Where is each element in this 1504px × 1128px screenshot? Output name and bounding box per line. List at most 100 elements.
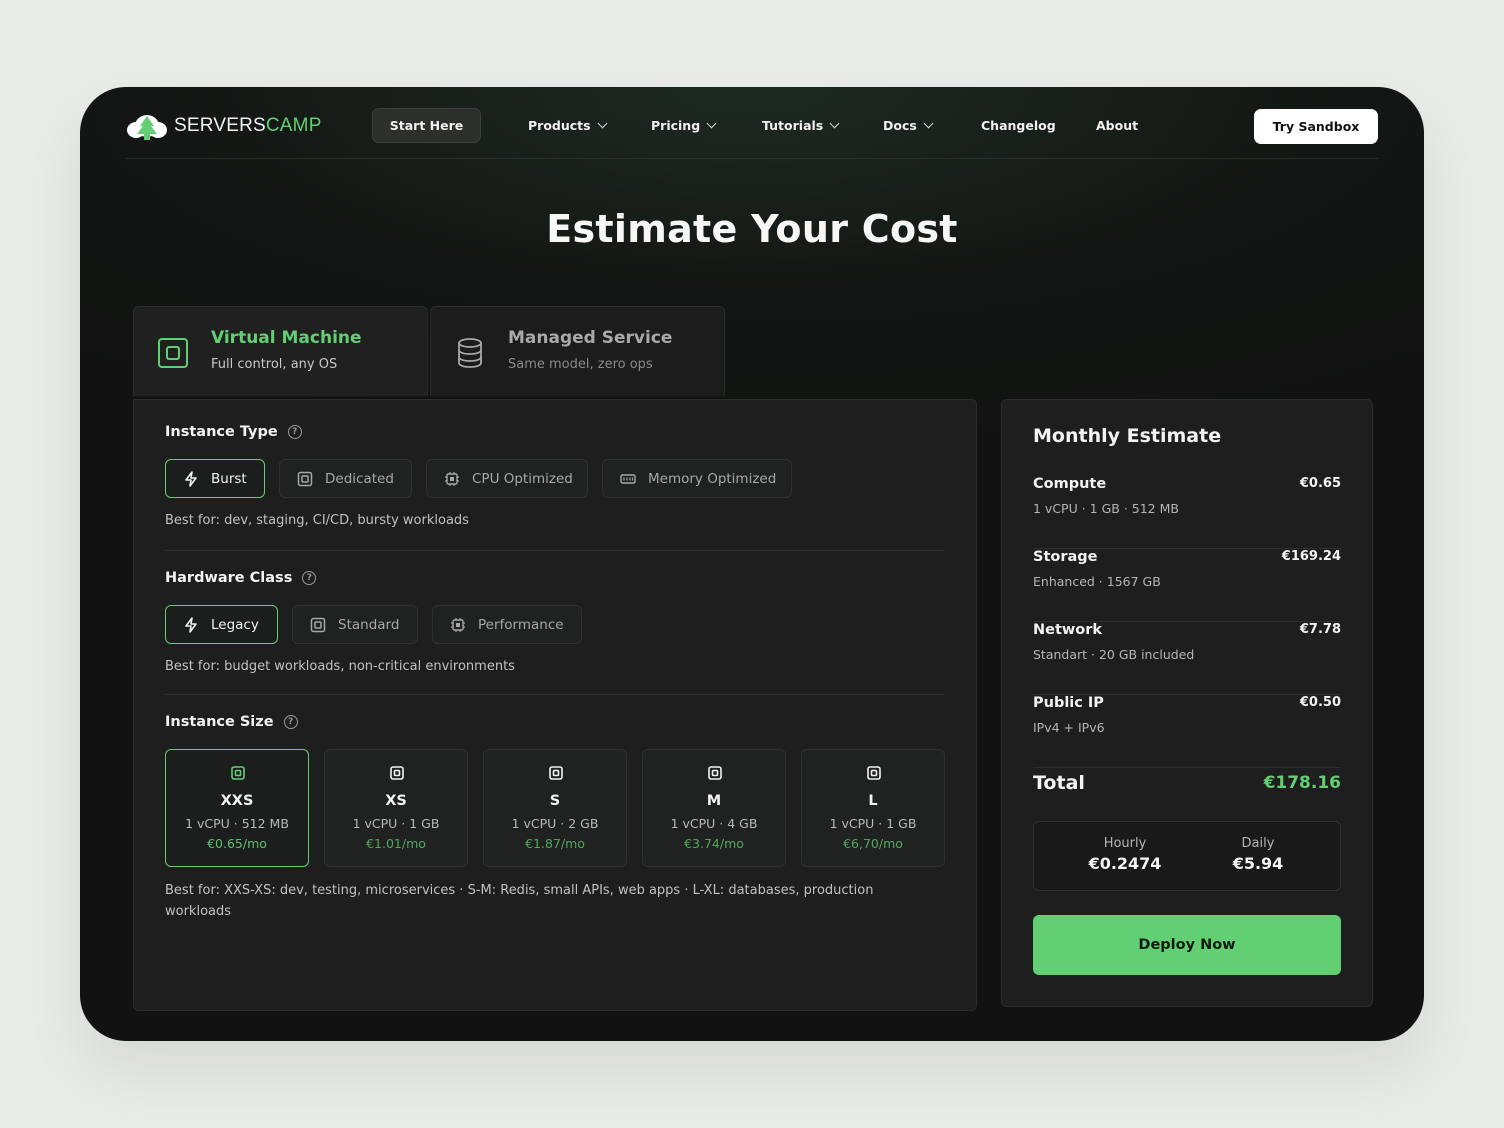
- chevron-down-icon: [706, 118, 717, 129]
- help-icon[interactable]: ?: [287, 425, 302, 439]
- cost-value: €0.65: [1299, 476, 1341, 491]
- size-spec: 1 vCPU · 4 GB: [670, 816, 758, 831]
- cost-value: €0.50: [1299, 695, 1341, 710]
- total-value: €178.16: [1263, 773, 1341, 793]
- chip-icon: [231, 766, 245, 780]
- size-spec: 1 vCPU · 512 MB: [185, 816, 289, 831]
- logo[interactable]: SERVERSCAMP: [126, 109, 322, 143]
- size-card-xxs[interactable]: XXS 1 vCPU · 512 MB €0.65/mo: [165, 749, 309, 867]
- cpu-icon: [451, 617, 465, 632]
- chip-icon: [708, 766, 722, 780]
- size-card-xs[interactable]: XS 1 vCPU · 1 GB €1.01/mo: [324, 749, 468, 867]
- size-name: S: [549, 793, 561, 809]
- hourly-rate: Hourly €0.2474: [1065, 836, 1185, 873]
- deploy-now-button[interactable]: Deploy Now: [1033, 915, 1341, 975]
- chevron-down-icon: [829, 118, 840, 129]
- total-label: Total: [1033, 772, 1085, 794]
- daily-label: Daily: [1241, 836, 1275, 851]
- nav-docs[interactable]: Docs: [883, 118, 934, 133]
- database-icon: [458, 338, 482, 368]
- cost-label: Compute: [1033, 476, 1107, 492]
- memory-icon: [620, 473, 636, 484]
- size-price: €1.87/mo: [525, 836, 585, 851]
- hardware-class-description: Best for: budget workloads, non-critical…: [165, 659, 515, 674]
- chevron-down-icon: [923, 118, 934, 129]
- configurator-panel: Instance Type ? Burst Dedicated CPU Opti…: [133, 399, 977, 1011]
- chip-icon: [390, 766, 404, 780]
- rate-summary: Hourly €0.2474 Daily €5.94: [1033, 821, 1341, 891]
- nav-about[interactable]: About: [1096, 118, 1138, 133]
- instance-type-heading: Instance Type ?: [165, 424, 302, 440]
- size-card-s[interactable]: S 1 vCPU · 2 GB €1.87/mo: [483, 749, 627, 867]
- tab-subtitle: Same model, zero ops: [508, 357, 653, 372]
- start-here-button[interactable]: Start Here: [372, 108, 481, 143]
- daily-value: €5.94: [1232, 854, 1284, 873]
- cost-row-network: Network Standart · 20 GB included €7.78: [1033, 622, 1341, 695]
- cost-label: Storage: [1033, 549, 1098, 565]
- size-spec: 1 vCPU · 1 GB: [352, 816, 440, 831]
- square-chip-icon: [310, 617, 326, 632]
- instance-type-dedicated[interactable]: Dedicated: [279, 459, 412, 498]
- help-icon[interactable]: ?: [302, 571, 317, 585]
- cpu-icon: [445, 471, 459, 486]
- divider: [165, 694, 945, 695]
- size-spec: 1 vCPU · 2 GB: [511, 816, 599, 831]
- instance-size-description: Best for: XXS-XS: dev, testing, microser…: [165, 883, 874, 919]
- chip-icon: [867, 766, 881, 780]
- size-price: €1.01/mo: [366, 836, 426, 851]
- cost-row-compute: Compute 1 vCPU · 1 GB · 512 MB €0.65: [1033, 476, 1341, 549]
- size-card-l[interactable]: L 1 vCPU · 1 GB €6,70/mo: [801, 749, 945, 867]
- tab-virtual-machine[interactable]: Virtual Machine Full control, any OS: [133, 306, 428, 396]
- nav-products[interactable]: Products: [528, 118, 608, 133]
- cost-row-storage: Storage Enhanced · 1567 GB €169.24: [1033, 549, 1341, 622]
- hourly-label: Hourly: [1103, 836, 1147, 851]
- size-price: €6,70/mo: [843, 836, 903, 851]
- tab-managed-service[interactable]: Managed Service Same model, zero ops: [430, 306, 725, 396]
- tab-title: Managed Service: [508, 328, 673, 348]
- cost-detail: 1 vCPU · 1 GB · 512 MB: [1033, 501, 1179, 516]
- chip-icon: [549, 766, 563, 780]
- size-card-m[interactable]: M 1 vCPU · 4 GB €3.74/mo: [642, 749, 786, 867]
- page-title: Estimate Your Cost: [546, 207, 958, 251]
- instance-type-description: Best for: dev, staging, CI/CD, bursty wo…: [165, 513, 469, 528]
- instance-size-heading: Instance Size ?: [165, 714, 298, 730]
- divider: [165, 550, 945, 551]
- square-chip-icon: [297, 471, 313, 486]
- chip-icon: [158, 338, 188, 368]
- nav-changelog[interactable]: Changelog: [981, 118, 1056, 133]
- help-icon[interactable]: ?: [283, 715, 298, 729]
- cost-detail: Standart · 20 GB included: [1033, 647, 1195, 662]
- monthly-estimate-panel: Monthly Estimate Compute 1 vCPU · 1 GB ·…: [1001, 399, 1373, 1007]
- daily-rate: Daily €5.94: [1198, 836, 1318, 873]
- chevron-down-icon: [597, 118, 608, 129]
- cost-row-public-ip: Public IP IPv4 + IPv6 €0.50: [1033, 695, 1341, 768]
- instance-type-burst[interactable]: Burst: [165, 459, 265, 498]
- try-sandbox-button[interactable]: Try Sandbox: [1254, 109, 1378, 144]
- size-name: L: [868, 793, 878, 809]
- instance-type-cpu-optimized[interactable]: CPU Optimized: [426, 459, 588, 498]
- nav-pricing[interactable]: Pricing: [651, 118, 717, 133]
- tab-title: Virtual Machine: [211, 328, 362, 348]
- tab-subtitle: Full control, any OS: [211, 357, 338, 372]
- size-name: M: [706, 793, 722, 809]
- size-price: €0.65/mo: [207, 836, 267, 851]
- hourly-value: €0.2474: [1088, 854, 1162, 873]
- instance-type-memory-optimized[interactable]: Memory Optimized: [602, 459, 792, 498]
- size-name: XXS: [220, 793, 254, 809]
- cost-label: Public IP: [1033, 695, 1104, 711]
- hardware-class-legacy[interactable]: Legacy: [165, 605, 278, 644]
- hardware-class-standard[interactable]: Standard: [292, 605, 418, 644]
- top-nav: SERVERSCAMP Start Here Products Pricing …: [126, 87, 1378, 159]
- brand-name: SERVERSCAMP: [174, 115, 322, 136]
- cost-value: €169.24: [1281, 549, 1341, 564]
- size-name: XS: [385, 793, 407, 809]
- bolt-icon: [185, 616, 197, 633]
- cost-detail: IPv4 + IPv6: [1033, 720, 1105, 735]
- app-window: SERVERSCAMP Start Here Products Pricing …: [80, 87, 1424, 1041]
- cost-label: Network: [1033, 622, 1103, 638]
- hardware-class-performance[interactable]: Performance: [432, 605, 582, 644]
- size-spec: 1 vCPU · 1 GB: [829, 816, 917, 831]
- hardware-class-heading: Hardware Class ?: [165, 570, 317, 586]
- bolt-icon: [185, 470, 197, 487]
- nav-tutorials[interactable]: Tutorials: [762, 118, 840, 133]
